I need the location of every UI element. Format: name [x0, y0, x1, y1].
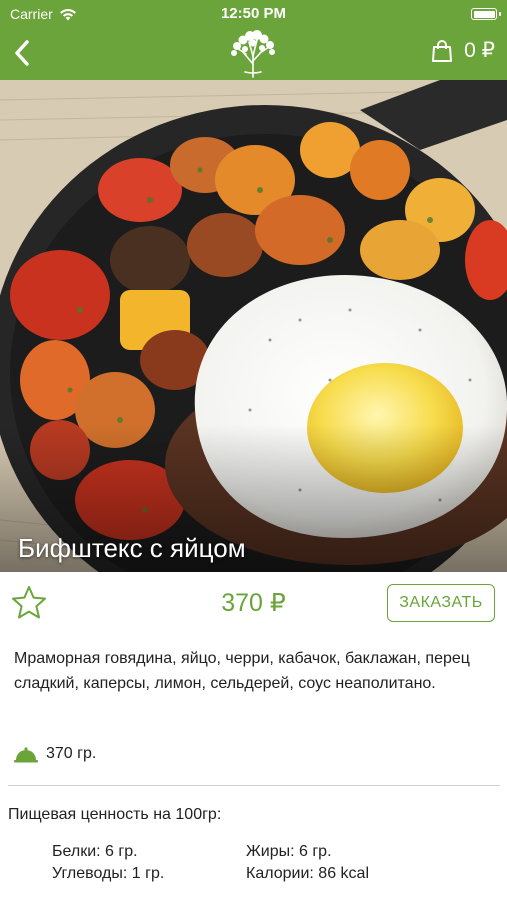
dish-cloche-icon — [14, 747, 38, 763]
dish-description: Мраморная говядина, яйцо, черри, кабачок… — [14, 650, 470, 692]
status-time: 12:50 PM — [220, 5, 287, 22]
status-bar: Carrier 12:50 PM — [0, 0, 507, 28]
nutrition-carbs: Углеводы: 1 гр. — [52, 865, 165, 882]
cart-button[interactable]: 0 ₽ — [430, 38, 495, 63]
dish-photo: Бифштекс с яйцом — [0, 80, 507, 572]
back-button[interactable] — [6, 36, 38, 70]
action-row: 370 ₽ ЗАКАЗАТЬ — [0, 572, 507, 634]
nutrition-calories: Калории: 86 kcal — [246, 865, 369, 882]
weight-value: 370 гр. — [46, 745, 97, 762]
dish-title: Бифштекс с яйцом — [18, 533, 246, 563]
top-bar: Carrier 12:50 PM 0 ₽ — [0, 0, 507, 80]
cart-total: 0 ₽ — [464, 39, 495, 62]
dish-weight: 370 гр. — [14, 745, 96, 763]
nutrition-title: Пищевая ценность на 100гр: — [8, 806, 222, 823]
order-button[interactable]: ЗАКАЗАТЬ — [387, 584, 495, 622]
back-chevron-icon — [15, 40, 29, 66]
nutrition-grid: Белки: 6 гр. Жиры: 6 гр. Углеводы: 1 гр.… — [52, 843, 492, 883]
shopping-bag-icon — [432, 39, 453, 62]
battery-icon — [471, 8, 501, 20]
divider — [8, 785, 500, 786]
dish-illustration — [0, 80, 507, 572]
nutrition-fat: Жиры: 6 гр. — [246, 843, 332, 860]
tree-logo-icon — [231, 30, 275, 78]
navigation-bar: 0 ₽ — [0, 28, 507, 80]
nutrition-protein: Белки: 6 гр. — [52, 843, 138, 860]
